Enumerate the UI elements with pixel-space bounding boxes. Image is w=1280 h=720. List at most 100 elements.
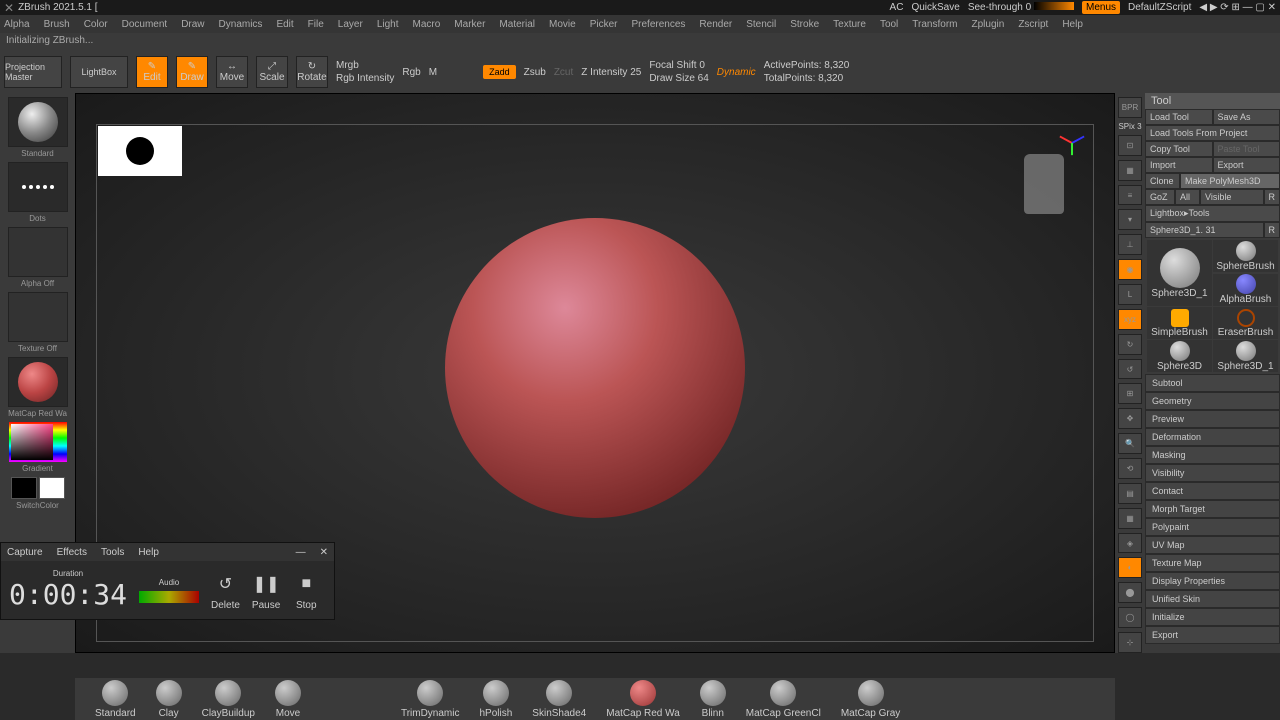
import-button[interactable]: Import (1145, 157, 1213, 173)
save-as-button[interactable]: Save As (1213, 109, 1280, 125)
material-claybuildup[interactable]: ClayBuildup (202, 680, 255, 719)
bpr-button[interactable]: BPR (1118, 97, 1142, 118)
color-picker[interactable] (9, 422, 67, 462)
transp-button[interactable]: ◈ (1118, 533, 1142, 554)
help-menu[interactable]: Help (138, 547, 159, 558)
material-matcap gray[interactable]: MatCap Gray (841, 680, 900, 719)
lightbox-tools-button[interactable]: Lightbox▸Tools (1145, 205, 1280, 222)
stroke-slot[interactable] (8, 162, 68, 212)
menu-layer[interactable]: Layer (338, 19, 363, 30)
paste-tool-button[interactable]: Paste Tool (1213, 141, 1280, 157)
menu-stroke[interactable]: Stroke (790, 19, 819, 30)
section-export[interactable]: Export (1145, 626, 1280, 644)
menu-stencil[interactable]: Stencil (746, 19, 776, 30)
goz-all-button[interactable]: All (1175, 189, 1200, 205)
menu-material[interactable]: Material (499, 19, 535, 30)
linefill-button[interactable]: ▤ (1118, 483, 1142, 504)
material-clay[interactable]: Clay (156, 680, 182, 719)
move-view-button[interactable]: ✥ (1118, 408, 1142, 429)
dynamic-button[interactable]: ⬤ (1118, 582, 1142, 603)
menu-brush[interactable]: Brush (44, 19, 70, 30)
menu-color[interactable]: Color (84, 19, 108, 30)
tool-thumb[interactable]: SimpleBrush (1147, 307, 1212, 339)
clone-button[interactable]: Clone (1145, 173, 1180, 189)
polyf-button[interactable]: ▦ (1118, 508, 1142, 529)
zsub-button[interactable]: Zsub (524, 67, 546, 78)
section-geometry[interactable]: Geometry (1145, 392, 1280, 410)
sphere-mesh[interactable] (445, 218, 745, 518)
menu-transform[interactable]: Transform (912, 19, 957, 30)
cam-z-button[interactable]: ↺ (1118, 359, 1142, 380)
frame-button[interactable]: ⊞ (1118, 383, 1142, 404)
draw-size[interactable]: Draw Size 64 (649, 73, 708, 84)
floor2-button[interactable]: ⊥ (1118, 234, 1142, 255)
alpha-slot[interactable] (8, 227, 68, 277)
menu-dynamics[interactable]: Dynamics (219, 19, 263, 30)
window-controls[interactable]: ◀ ▶ ⟳ ⊞ — ▢ ✕ (1199, 2, 1276, 13)
projection-master-button[interactable]: Projection Master (4, 56, 62, 88)
draw-button[interactable]: ✎Draw (176, 56, 208, 88)
close-capture-icon[interactable]: ✕ (320, 547, 328, 558)
menu-document[interactable]: Document (122, 19, 168, 30)
load-from-project-button[interactable]: Load Tools From Project (1145, 125, 1280, 141)
material-trimdynamic[interactable]: TrimDynamic (401, 680, 460, 719)
scale-button[interactable]: ⤢Scale (256, 56, 288, 88)
material-matcap red wa[interactable]: MatCap Red Wa (606, 680, 680, 719)
menu-tool[interactable]: Tool (880, 19, 898, 30)
section-deformation[interactable]: Deformation (1145, 428, 1280, 446)
menu-marker[interactable]: Marker (454, 19, 485, 30)
actual-button[interactable]: ⊡ (1118, 135, 1142, 156)
aahalf-button[interactable]: ▦ (1118, 160, 1142, 181)
menu-light[interactable]: Light (377, 19, 399, 30)
material-standard[interactable]: Standard (95, 680, 136, 719)
export-button[interactable]: Export (1213, 157, 1280, 173)
section-uv-map[interactable]: UV Map (1145, 536, 1280, 554)
ghost-button[interactable]: ◐ (1118, 557, 1142, 578)
minimize-icon[interactable]: — (296, 547, 306, 558)
menu-macro[interactable]: Macro (413, 19, 441, 30)
head-reference[interactable] (1024, 154, 1064, 214)
make-polymesh-button[interactable]: Make PolyMesh3D (1180, 173, 1280, 189)
menu-file[interactable]: File (308, 19, 324, 30)
solo-button[interactable]: ◯ (1118, 607, 1142, 628)
tool-thumb[interactable]: SphereBrush (1213, 240, 1278, 272)
z-intensity[interactable]: Z Intensity 25 (581, 67, 641, 78)
color-swatches[interactable] (11, 477, 65, 499)
rotate-button[interactable]: ↻Rotate (296, 56, 328, 88)
close-icon[interactable]: ✕ (4, 1, 14, 15)
capture-menu[interactable]: Capture (7, 547, 43, 558)
quicksave-button[interactable]: QuickSave (911, 2, 959, 13)
material-hpolish[interactable]: hPolish (479, 680, 512, 719)
xpose-button[interactable]: ⊹ (1118, 632, 1142, 653)
goz-button[interactable]: GoZ (1145, 189, 1175, 205)
m[interactable]: M (429, 67, 437, 78)
texture-slot[interactable] (8, 292, 68, 342)
section-morph-target[interactable]: Morph Target (1145, 500, 1280, 518)
section-texture-map[interactable]: Texture Map (1145, 554, 1280, 572)
material-matcap greencl[interactable]: MatCap GreenCl (746, 680, 821, 719)
tool-r-button[interactable]: R (1264, 222, 1280, 238)
menu-preferences[interactable]: Preferences (631, 19, 685, 30)
section-visibility[interactable]: Visibility (1145, 464, 1280, 482)
zoom-button[interactable]: 🔍 (1118, 433, 1142, 454)
cam-y-button[interactable]: ↻ (1118, 334, 1142, 355)
zadd-button[interactable]: Zadd (483, 65, 516, 79)
tool-thumb[interactable]: EraserBrush (1213, 307, 1278, 339)
effects-menu[interactable]: Effects (57, 547, 87, 558)
menu-texture[interactable]: Texture (833, 19, 866, 30)
menu-picker[interactable]: Picker (590, 19, 618, 30)
zcut-button[interactable]: Zcut (554, 67, 573, 78)
menu-edit[interactable]: Edit (276, 19, 293, 30)
stop-button[interactable]: ■Stop (292, 570, 320, 611)
rotate-view-button[interactable]: ⟲ (1118, 458, 1142, 479)
edit-button[interactable]: ✎Edit (136, 56, 168, 88)
axis-gizmo[interactable] (1058, 129, 1086, 157)
local-button[interactable]: ◉ (1118, 259, 1142, 280)
load-tool-button[interactable]: Load Tool (1145, 109, 1213, 125)
tools-menu[interactable]: Tools (101, 547, 124, 558)
persp-button[interactable]: ≡ (1118, 185, 1142, 206)
delete-button[interactable]: ↺Delete (211, 570, 240, 611)
tool-thumb[interactable]: Sphere3D_1 (1147, 240, 1212, 306)
section-subtool[interactable]: Subtool (1145, 374, 1280, 392)
section-unified-skin[interactable]: Unified Skin (1145, 590, 1280, 608)
